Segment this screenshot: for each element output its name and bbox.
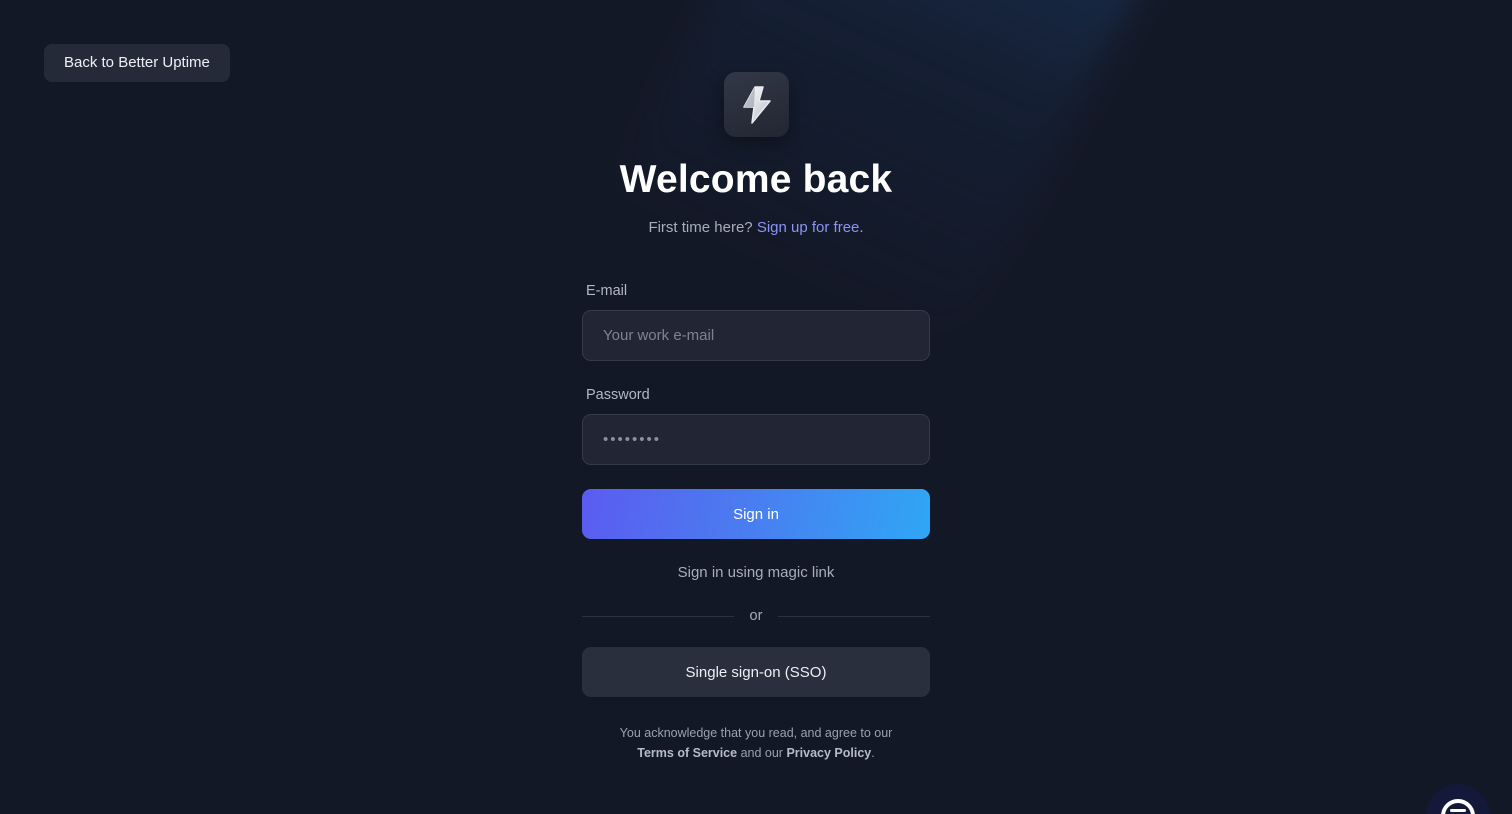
privacy-link[interactable]: Privacy Policy: [786, 746, 871, 760]
divider-line-left: [582, 615, 734, 617]
sso-button[interactable]: Single sign-on (SSO): [582, 647, 930, 697]
terms-link[interactable]: Terms of Service: [637, 746, 737, 760]
login-page: Back to Better Uptime Welcome back First…: [0, 0, 1512, 814]
legal-end: .: [871, 746, 875, 760]
legal-line1: You acknowledge that you read, and agree…: [619, 726, 893, 740]
chat-launcher-button[interactable]: [1426, 784, 1490, 814]
divider-line-right: [778, 615, 930, 617]
subtitle-suffix: .: [859, 219, 864, 236]
lightning-bolt-icon: [742, 85, 771, 124]
divider-label: or: [749, 608, 763, 624]
back-to-site-button[interactable]: Back to Better Uptime: [44, 44, 230, 82]
page-title: Welcome back: [619, 158, 893, 201]
password-label: Password: [586, 387, 650, 403]
subtitle: First time here? Sign up for free.: [0, 219, 1512, 236]
or-divider: or: [582, 607, 930, 625]
subtitle-prefix: First time here?: [648, 219, 753, 236]
app-logo: [724, 72, 789, 137]
email-label: E-mail: [586, 283, 628, 299]
magic-link-button[interactable]: Sign in using magic link: [582, 564, 930, 581]
login-form: E-mail Password Sign in Sign in using ma…: [582, 282, 930, 763]
legal-notice: You acknowledge that you read, and agree…: [582, 723, 930, 763]
email-field[interactable]: [582, 310, 930, 361]
chat-icon: [1441, 799, 1475, 814]
legal-middle: and our: [740, 746, 783, 760]
signup-link[interactable]: Sign up for free: [757, 219, 860, 236]
sign-in-button[interactable]: Sign in: [582, 489, 930, 539]
password-field[interactable]: [582, 414, 930, 465]
